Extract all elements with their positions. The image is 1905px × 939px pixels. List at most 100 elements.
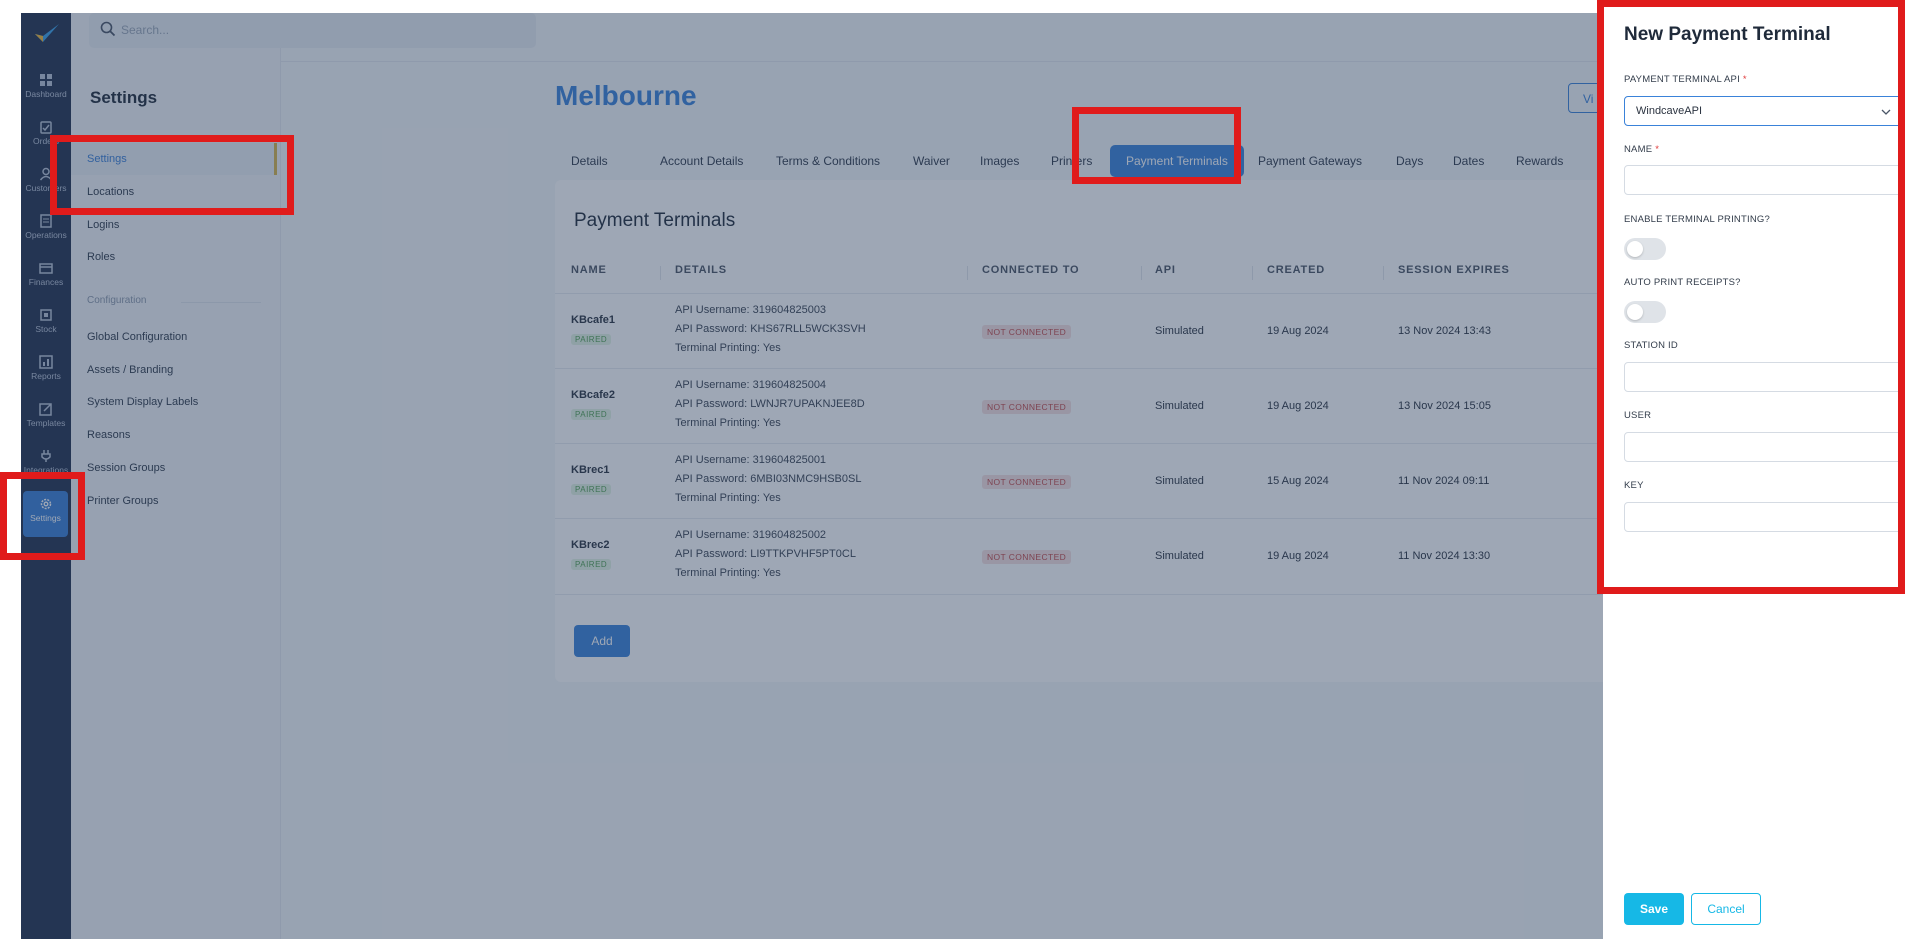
toggle-knob [1627, 241, 1643, 257]
tab-account-details[interactable]: Account Details [660, 145, 743, 177]
status-badge: PAIRED [571, 409, 612, 420]
created-date: 19 Aug 2024 [1267, 400, 1329, 412]
created-date: 19 Aug 2024 [1267, 550, 1329, 562]
created-date: 15 Aug 2024 [1267, 475, 1329, 487]
required-marker: * [1742, 74, 1747, 85]
table-row[interactable]: KBrec1 PAIRED API Username: 319604825001… [555, 443, 1615, 519]
rail-label: Customers [25, 183, 67, 193]
tab-days[interactable]: Days [1396, 145, 1423, 177]
label-text: NAME [1624, 144, 1653, 155]
tab-details[interactable]: Details [571, 145, 608, 177]
rail-item-reports[interactable]: Reports [21, 349, 71, 393]
table-row[interactable]: KBrec2 PAIRED API Username: 319604825002… [555, 518, 1615, 595]
session-expires: 11 Nov 2024 09:11 [1398, 475, 1490, 487]
chevron-down-icon [1881, 109, 1891, 115]
save-button[interactable]: Save [1624, 893, 1684, 925]
rail-item-customers[interactable]: Customers [21, 161, 71, 205]
reports-icon [39, 355, 53, 369]
connection-badge: NOT CONNECTED [982, 400, 1072, 414]
toggle-knob [1627, 304, 1643, 320]
sidebar-item-printer-groups[interactable]: Printer Groups [71, 485, 280, 517]
sidebar-item-settings[interactable]: Settings [71, 143, 277, 175]
rail-label: Reports [31, 371, 61, 381]
sidebar-item-assets-branding[interactable]: Assets / Branding [71, 354, 280, 386]
connection-badge: NOT CONNECTED [982, 325, 1072, 339]
sidebar-item-global-configuration[interactable]: Global Configuration [71, 321, 280, 353]
terminal-name: KBcafe2 [571, 389, 616, 401]
table-row[interactable]: KBcafe1 PAIRED API Username: 31960482500… [555, 293, 1615, 369]
column-header-session-expires: SESSION EXPIRES [1398, 264, 1510, 276]
detail-username: API Username: 319604825003 [675, 304, 827, 316]
sidebar-item-session-groups[interactable]: Session Groups [71, 452, 280, 484]
divider [181, 302, 261, 303]
orders-icon [40, 121, 52, 134]
search-icon [100, 21, 116, 37]
cancel-button[interactable]: Cancel [1691, 893, 1761, 925]
detail-password: API Password: 6MBI03NMC9HSB0SL [675, 473, 862, 485]
select-value: WindcaveAPI [1636, 105, 1703, 117]
rail-label: Dashboard [25, 89, 67, 99]
required-marker: * [1655, 144, 1660, 155]
sidebar-item-reasons[interactable]: Reasons [71, 419, 280, 451]
label-text: PAYMENT TERMINAL API [1624, 74, 1740, 85]
tab-waiver[interactable]: Waiver [913, 145, 950, 177]
rail-item-templates[interactable]: Templates [21, 396, 71, 440]
detail-printing: Terminal Printing: Yes [675, 567, 781, 579]
rail-item-dashboard[interactable]: Dashboard [21, 67, 71, 111]
name-field[interactable] [1624, 165, 1905, 195]
new-terminal-drawer: New Payment Terminal PAYMENT TERMINAL AP… [1603, 0, 1905, 939]
status-badge: PAIRED [571, 334, 612, 345]
terminal-printing-toggle[interactable] [1624, 238, 1666, 260]
field-label-user: USER [1624, 410, 1652, 421]
detail-password: API Password: KHS67RLL5WCK3SVH [675, 323, 866, 335]
column-header-created: CREATED [1267, 264, 1325, 276]
detail-password: API Password: LI9TTKPVHF5PT0CL [675, 548, 856, 560]
payment-terminal-api-select[interactable]: WindcaveAPI [1624, 96, 1905, 126]
column-header-details: DETAILS [675, 264, 727, 276]
field-label-key: KEY [1624, 480, 1644, 491]
gear-icon [40, 498, 51, 510]
rail-item-stock[interactable]: Stock [21, 302, 71, 346]
column-divider [1141, 266, 1142, 280]
key-field[interactable] [1624, 502, 1905, 532]
sidebar-item-logins[interactable]: Logins [71, 209, 280, 241]
tab-dates[interactable]: Dates [1453, 145, 1484, 177]
sidebar-item-roles[interactable]: Roles [71, 241, 280, 273]
terminal-name: KBcafe1 [571, 314, 616, 326]
sidebar-item-system-display-labels[interactable]: System Display Labels [71, 386, 280, 418]
field-label-name: NAME * [1624, 144, 1659, 155]
rail-item-integrations[interactable]: Integrations [21, 443, 71, 487]
rail-item-settings[interactable]: Settings [23, 491, 68, 537]
tab-images[interactable]: Images [980, 145, 1019, 177]
tab-payment-terminals[interactable]: Payment Terminals [1110, 145, 1244, 177]
tab-printers[interactable]: Printers [1051, 145, 1092, 177]
rail-item-finances[interactable]: Finances [21, 255, 71, 299]
integrations-icon [41, 450, 51, 462]
api-value: Simulated [1155, 550, 1204, 562]
terminal-name: KBrec1 [571, 464, 610, 476]
table-row[interactable]: KBcafe2 PAIRED API Username: 31960482500… [555, 368, 1615, 444]
user-field[interactable] [1624, 432, 1905, 462]
field-label-printing: ENABLE TERMINAL PRINTING? [1624, 214, 1770, 225]
auto-print-toggle[interactable] [1624, 301, 1666, 323]
field-label-station-id: STATION ID [1624, 340, 1678, 351]
rail-item-orders[interactable]: Orders [21, 114, 71, 158]
drawer-title: New Payment Terminal [1624, 24, 1831, 45]
search-bar[interactable]: Search... [89, 13, 536, 48]
tab-rewards[interactable]: Rewards [1516, 145, 1563, 177]
detail-printing: Terminal Printing: Yes [675, 342, 781, 354]
stock-icon [40, 309, 52, 321]
page-title: Melbourne [555, 80, 697, 111]
tab-terms-conditions[interactable]: Terms & Conditions [776, 145, 880, 177]
station-id-field[interactable] [1624, 362, 1905, 392]
created-date: 19 Aug 2024 [1267, 325, 1329, 337]
tab-payment-gateways[interactable]: Payment Gateways [1258, 145, 1362, 177]
customers-icon [39, 167, 53, 181]
sidebar-item-locations[interactable]: Locations [71, 176, 280, 208]
rail-label: Integrations [23, 465, 69, 475]
rail-label: Stock [35, 324, 57, 334]
detail-username: API Username: 319604825004 [675, 379, 827, 391]
search-input[interactable]: Search... [121, 23, 169, 37]
rail-item-operations[interactable]: Operations [21, 208, 71, 252]
add-terminal-button[interactable]: Add [574, 625, 630, 657]
